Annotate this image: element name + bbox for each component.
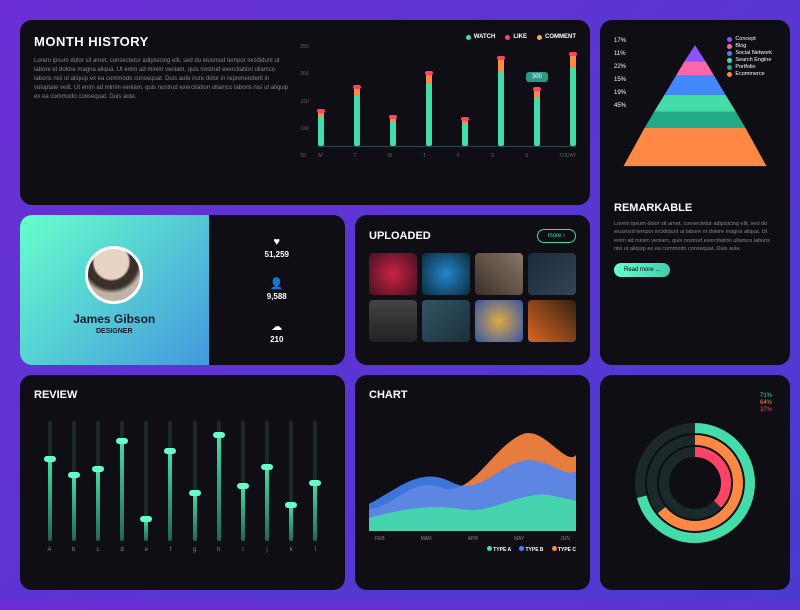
month-history-legend: WATCH LIKE COMMENT <box>300 34 576 40</box>
slider-c[interactable] <box>96 469 100 541</box>
bar-F <box>462 119 468 146</box>
thumbnail[interactable] <box>369 253 417 295</box>
uploads-count: 210 <box>270 335 283 344</box>
area-chart <box>369 401 576 531</box>
slider-i[interactable] <box>241 486 245 541</box>
profile-card: James Gibson DESIGNER ♥ 51,259 👤 9,588 ☁ 21… <box>20 215 345 365</box>
chart-callout: 300 <box>526 72 548 82</box>
avatar[interactable] <box>85 246 143 304</box>
month-history-card: MONTH HISTORY Lorem ipsum dolor sit amet… <box>20 20 590 205</box>
donut-card: 71% 64% 37% <box>600 375 790 590</box>
review-card: REVIEW Abcdefghijkl <box>20 375 345 590</box>
followers-count: 9,588 <box>267 292 287 301</box>
bar-T <box>354 87 360 146</box>
chart-title: CHART <box>369 389 576 401</box>
profile-name: James Gibson <box>73 312 155 326</box>
slider-A[interactable] <box>48 459 52 541</box>
cloud-icon: ☁ <box>270 320 283 333</box>
slider-j[interactable] <box>265 467 269 541</box>
donut-labels: 71% 64% 37% <box>760 393 772 414</box>
chart-card: CHART FEBMARAPRMAYJUN TYPE A TYPE B TYPE… <box>355 375 590 590</box>
more-button[interactable]: more › <box>537 229 576 243</box>
user-icon: 👤 <box>267 277 287 290</box>
thumbnail[interactable] <box>422 253 470 295</box>
profile-role: DESIGNER <box>96 328 133 335</box>
thumbnail[interactable] <box>528 253 576 295</box>
bar-W <box>390 117 396 146</box>
remarkable-title: REMARKABLE <box>614 202 776 214</box>
month-history-chart: 25020015010050 300 MTWTFSSTODAY <box>300 44 576 159</box>
donut-chart <box>625 413 765 553</box>
slider-g[interactable] <box>193 493 197 541</box>
uploaded-title: UPLOADED <box>369 230 431 242</box>
slider-k[interactable] <box>289 505 293 541</box>
bar-S <box>534 89 540 146</box>
bar-S <box>498 58 504 146</box>
thumbnail[interactable] <box>475 253 523 295</box>
pyramid-card: 17%11%22%15%19%45% ConceptBlogSocial Net… <box>600 20 790 365</box>
slider-e[interactable] <box>144 519 148 541</box>
month-history-desc: Lorem ipsum dolor sit amet, consectetur … <box>34 57 288 102</box>
bar-M <box>318 111 324 146</box>
thumbnail[interactable] <box>528 300 576 342</box>
slider-f[interactable] <box>168 451 172 541</box>
slider-l[interactable] <box>313 483 317 541</box>
month-history-title: MONTH HISTORY <box>34 34 288 49</box>
heart-icon: ♥ <box>265 236 289 248</box>
remarkable-desc: Lorem ipsum dolor sit amet, consectetur … <box>614 220 776 253</box>
read-more-button[interactable]: Read more ... <box>614 263 670 277</box>
slider-d[interactable] <box>120 441 124 541</box>
bar-TODAY <box>570 54 576 146</box>
slider-b[interactable] <box>72 475 76 541</box>
review-title: REVIEW <box>34 389 331 401</box>
thumbnail-grid <box>369 253 576 342</box>
thumbnail[interactable] <box>422 300 470 342</box>
thumbnail[interactable] <box>475 300 523 342</box>
uploaded-card: UPLOADED more › <box>355 215 590 365</box>
chart-legend: TYPE A TYPE B TYPE C <box>369 546 576 553</box>
slider-h[interactable] <box>217 435 221 541</box>
bar-T <box>426 73 432 146</box>
thumbnail[interactable] <box>369 300 417 342</box>
likes-count: 51,259 <box>265 250 289 259</box>
